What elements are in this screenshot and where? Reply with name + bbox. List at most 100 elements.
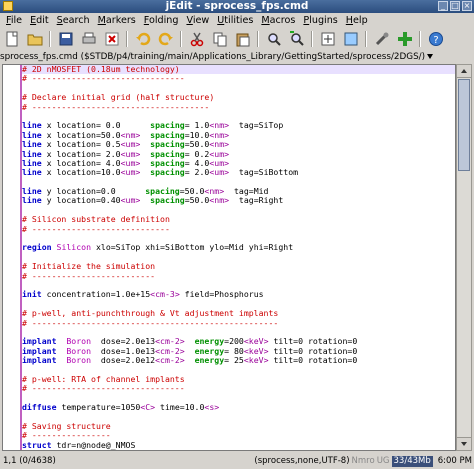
settings-button[interactable] (373, 30, 391, 48)
code-token: <um> (120, 167, 141, 178)
code-token: energy (194, 355, 225, 366)
window-titlebar[interactable]: jEdit - sprocess_fps.cmd _ □ × (0, 0, 474, 13)
menu-view[interactable]: View (182, 13, 213, 28)
code-token: tag=SiBottom (229, 167, 299, 178)
status-bar: 1,1 (0/4638) (sprocess,none,UTF-8) Nmro … (0, 453, 474, 469)
toolbar-separator (126, 31, 128, 47)
code-line: struct tdr=n@node@_NMOS (22, 439, 455, 450)
code-token: # --------------------------------------… (22, 317, 279, 328)
scroll-thumb[interactable] (458, 79, 470, 171)
code-token: tag=SiTop (229, 120, 284, 131)
print-button[interactable] (80, 30, 98, 48)
code-token: region (22, 242, 52, 253)
gutter[interactable] (3, 65, 21, 450)
code-token: spacing (150, 167, 185, 178)
code-token: <keV> (243, 355, 269, 366)
code-line: # --------------------------------------… (22, 317, 455, 328)
zoom-button[interactable] (319, 30, 337, 48)
find-button[interactable] (265, 30, 283, 48)
buffer-switcher[interactable]: sprocess_fps.cmd ($STDB/p4/training/main… (0, 51, 474, 64)
code-token: x location=10.0 (41, 167, 121, 178)
fullscreen-icon (344, 32, 357, 46)
code-token: line (22, 167, 42, 178)
minimize-button[interactable]: _ (438, 1, 448, 11)
close-x-button[interactable] (103, 30, 121, 48)
clock: 6:00 PM (437, 456, 472, 466)
redo-icon (158, 32, 173, 46)
open-folder-button[interactable] (26, 30, 44, 48)
print-icon (82, 32, 95, 44)
copy-icon (213, 32, 226, 47)
cut-icon (190, 32, 203, 47)
encoding-indicator[interactable]: UG (377, 453, 390, 469)
settings-icon (375, 32, 388, 46)
redo-button[interactable] (157, 30, 175, 48)
code-token: <um> (120, 195, 141, 206)
code-line: init concentration=1.0e+15<cm-3> field=P… (22, 290, 455, 299)
menubar: File Edit Search Markers Folding View Utilitie… (0, 13, 474, 28)
mode-flags[interactable]: Nmro (352, 453, 375, 469)
code-token: # ---------------------------- (22, 223, 170, 234)
fullscreen-button[interactable] (342, 30, 360, 48)
new-file-icon (6, 31, 17, 47)
close-window-button[interactable]: × (462, 1, 472, 11)
code-line: line y location=0.40<um> spacing=50.0<nm… (22, 196, 455, 205)
code-token: Silicon (56, 242, 92, 253)
menu-file[interactable]: File (0, 13, 26, 28)
memory-status[interactable]: 33/43Mb (391, 455, 433, 467)
code-token: struct (22, 439, 52, 450)
toolbar-separator (49, 31, 51, 47)
code-token: y location=0.40 (41, 195, 121, 206)
code-line: # ------------------------------------ (22, 102, 455, 112)
menu-plugins[interactable]: Plugins (299, 13, 341, 28)
copy-button[interactable] (211, 30, 229, 48)
code-token: # ------------------------- (22, 270, 156, 281)
find-next-button[interactable] (288, 30, 306, 48)
code-line: region Silicon xlo=SiTop xhi=SiBottom yl… (22, 243, 455, 252)
code-token: init (22, 289, 42, 300)
toolbar-separator (311, 31, 313, 47)
menu-markers[interactable]: Markers (94, 13, 140, 28)
vertical-scrollbar[interactable] (456, 64, 472, 451)
undo-button[interactable] (134, 30, 152, 48)
cut-button[interactable] (188, 30, 206, 48)
menu-utilities[interactable]: Utilities (213, 13, 257, 28)
code-token: <nm> (209, 195, 230, 206)
plugin-add-button[interactable] (396, 30, 414, 48)
toolbar-separator (365, 31, 367, 47)
text-area[interactable]: # 2D nMOSFET (0.18um technology) # ------… (2, 64, 456, 451)
maximize-button[interactable]: □ (450, 1, 460, 11)
code-content[interactable]: # 2D nMOSFET (0.18um technology) # ------… (22, 65, 455, 450)
help-button[interactable]: ? (427, 30, 445, 48)
code-token: tdr=n@node@_NMOS (51, 439, 136, 450)
toolbar-separator (257, 31, 259, 47)
save-button[interactable] (57, 30, 75, 48)
code-line: # ---------------------------- (22, 223, 455, 234)
code-token: time=10.0 (155, 402, 205, 413)
code-token: # ------------------------------- (22, 383, 185, 394)
dropdown-arrow-icon[interactable] (427, 54, 434, 59)
menu-help[interactable]: Help (342, 13, 372, 28)
paste-button[interactable] (234, 30, 252, 48)
new-file-button[interactable] (3, 30, 21, 48)
menu-edit[interactable]: Edit (26, 13, 53, 28)
code-token: = 2.0 (184, 167, 210, 178)
code-line: implant Boron dose=2.0e12<cm-2> energy= … (22, 355, 455, 366)
code-line: diffuse temperature=1050<C> time=10.0<s> (22, 402, 455, 413)
menu-search[interactable]: Search (53, 13, 94, 28)
code-line: # ------------------------------- (22, 74, 455, 83)
menu-folding[interactable]: Folding (140, 13, 183, 28)
code-token: Boron (66, 355, 92, 366)
toolbar-separator (180, 31, 182, 47)
buffer-info[interactable]: (sprocess,none,UTF-8) (254, 453, 349, 469)
scroll-down-button[interactable] (457, 437, 471, 450)
code-line: # ------------------------- (22, 270, 455, 281)
code-token: =50.0 (184, 195, 210, 206)
window-title: jEdit - sprocess_fps.cmd (165, 0, 309, 12)
caret-position[interactable]: 1,1 (0/4638) (3, 453, 56, 469)
scroll-up-button[interactable] (457, 65, 471, 78)
menu-macros[interactable]: Macros (257, 13, 299, 28)
